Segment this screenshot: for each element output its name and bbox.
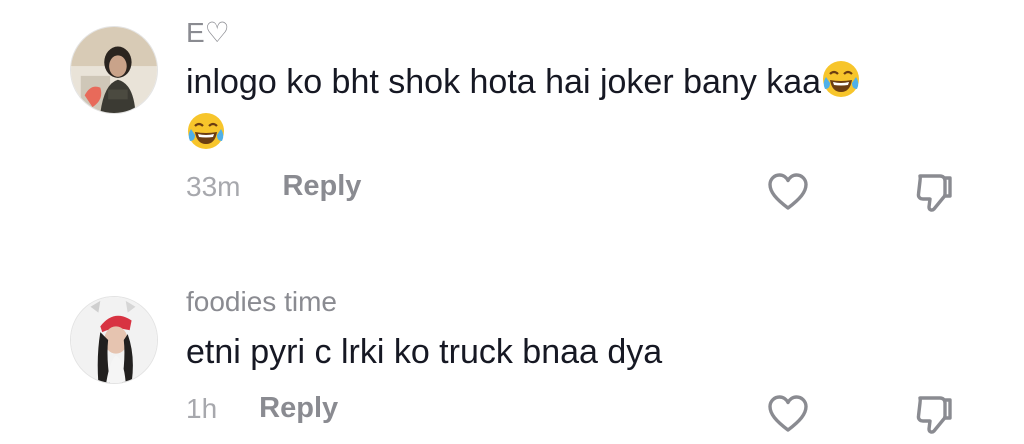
dislike-button[interactable] bbox=[912, 170, 956, 214]
comment-meta: 33m Reply bbox=[186, 170, 361, 203]
comment-meta: 1h Reply bbox=[186, 392, 338, 425]
like-button[interactable] bbox=[766, 392, 810, 436]
like-button[interactable] bbox=[766, 170, 810, 214]
comment-text-content: inlogo ko bht shok hota hai joker bany k… bbox=[186, 63, 822, 101]
avatar-image bbox=[71, 297, 157, 383]
avatar[interactable] bbox=[70, 296, 158, 384]
face-with-tears-of-joy-icon bbox=[821, 59, 861, 99]
comment-text-content: etni pyri c lrki ko truck bnaa dya bbox=[186, 333, 663, 371]
heart-outline-icon bbox=[768, 395, 808, 432]
comment-text: inlogo ko bht shok hota hai joker bany k… bbox=[186, 56, 956, 160]
avatar[interactable] bbox=[70, 26, 158, 114]
username-text: E♡ bbox=[186, 17, 230, 48]
reply-button[interactable]: Reply bbox=[282, 170, 361, 203]
comment-timestamp: 1h bbox=[186, 392, 218, 424]
comment-username[interactable]: E♡ bbox=[186, 16, 230, 49]
comment-text: etni pyri c lrki ko truck bnaa dya bbox=[186, 326, 956, 378]
thumbs-down-outline-icon bbox=[916, 174, 952, 212]
face-with-tears-of-joy-icon bbox=[186, 111, 226, 151]
comment-username[interactable]: foodies time bbox=[186, 286, 337, 318]
dislike-button[interactable] bbox=[912, 392, 956, 436]
avatar-image bbox=[71, 27, 157, 113]
thumbs-down-outline-icon bbox=[916, 396, 952, 434]
username-text: foodies time bbox=[186, 286, 337, 317]
heart-outline-icon bbox=[768, 173, 808, 210]
comment-timestamp: 33m bbox=[186, 170, 241, 202]
reply-button[interactable]: Reply bbox=[259, 392, 338, 425]
